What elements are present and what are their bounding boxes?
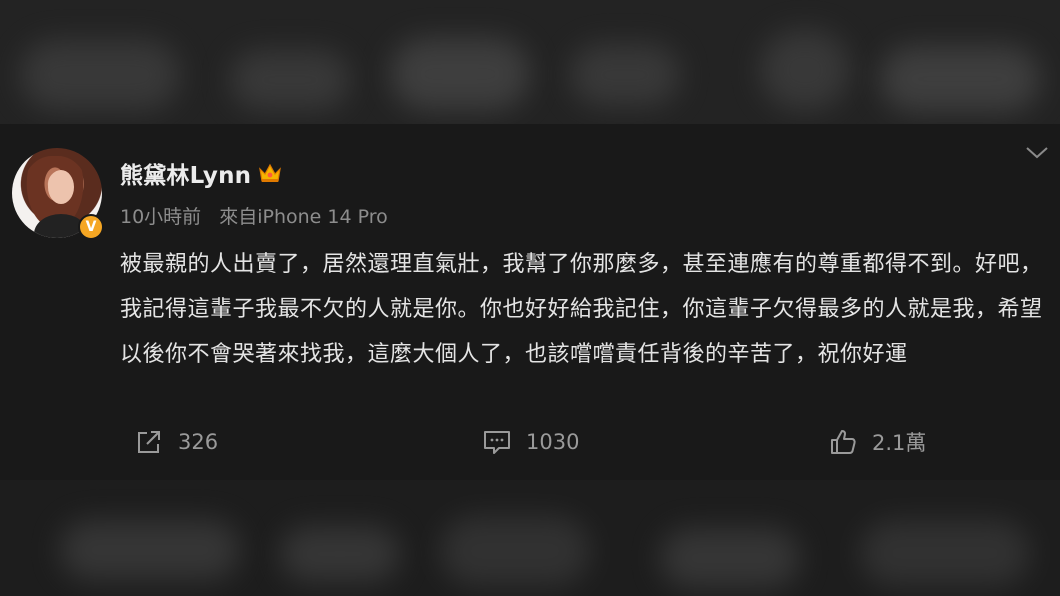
blurred-background-bottom — [0, 480, 1060, 596]
like-button[interactable]: 2.1萬 — [828, 424, 926, 460]
post-meta: 10小時前 來自iPhone 14 Pro — [120, 202, 388, 229]
post-time: 10小時前 — [120, 206, 202, 228]
comment-count: 1030 — [526, 430, 580, 454]
verified-badge: V — [78, 214, 104, 240]
repost-button[interactable]: 326 — [134, 424, 218, 460]
post-actions: 326 1030 2.1萬 — [0, 424, 1060, 460]
comment-button[interactable]: 1030 — [482, 424, 579, 460]
like-count: 2.1萬 — [872, 431, 927, 455]
chevron-down-icon[interactable] — [1024, 144, 1050, 162]
weibo-post-card: V 熊黛林Lynn 10小時前 來自iPhone 14 Pro 被最親的人出賣了… — [0, 124, 1060, 480]
post-content: 被最親的人出賣了，居然還理直氣壯，我幫了你那麼多，甚至連應有的尊重都得不到。好吧… — [120, 252, 1043, 367]
blurred-background-top — [0, 0, 1060, 124]
share-icon — [138, 431, 160, 453]
comment-icon — [484, 431, 510, 454]
thumbs-up-icon — [831, 430, 856, 454]
crown-icon — [259, 163, 282, 182]
username-row: 熊黛林Lynn — [120, 156, 283, 190]
post-source: 來自iPhone 14 Pro — [219, 206, 388, 228]
repost-count: 326 — [178, 430, 219, 454]
screenshot: V 熊黛林Lynn 10小時前 來自iPhone 14 Pro 被最親的人出賣了… — [0, 0, 1060, 596]
username[interactable]: 熊黛林Lynn — [120, 156, 251, 190]
